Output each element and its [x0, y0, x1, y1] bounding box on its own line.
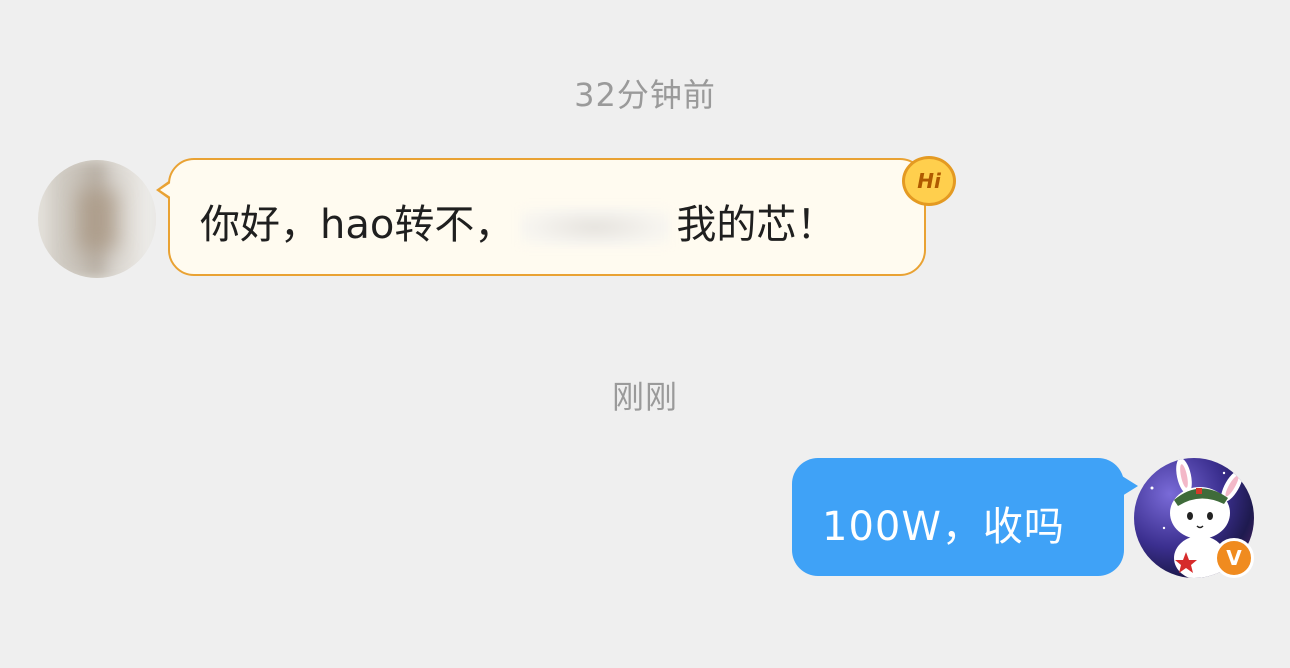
timestamp-second: 刚刚: [611, 378, 678, 416]
avatar-blur-accent: [78, 190, 118, 250]
timestamp-first: 32分钟前: [574, 76, 716, 114]
sender-avatar[interactable]: [38, 160, 156, 278]
hi-badge-icon: Hi: [902, 156, 956, 206]
bubble-tail-inner: [160, 182, 172, 198]
outgoing-message-bubble[interactable]: 100W，收吗: [792, 458, 1138, 576]
incoming-message-text: 你好，hao转不， 我的芯！: [200, 192, 836, 250]
redacted-region: [520, 207, 671, 247]
incoming-message-bubble[interactable]: 你好，hao转不， 我的芯！: [156, 158, 926, 276]
incoming-text-before: 你好，hao转不，: [200, 202, 515, 248]
outgoing-message-text: 100W，收吗: [822, 504, 1065, 550]
incoming-text-after: 我的芯！: [676, 202, 837, 248]
verified-badge-icon: V: [1214, 538, 1254, 578]
